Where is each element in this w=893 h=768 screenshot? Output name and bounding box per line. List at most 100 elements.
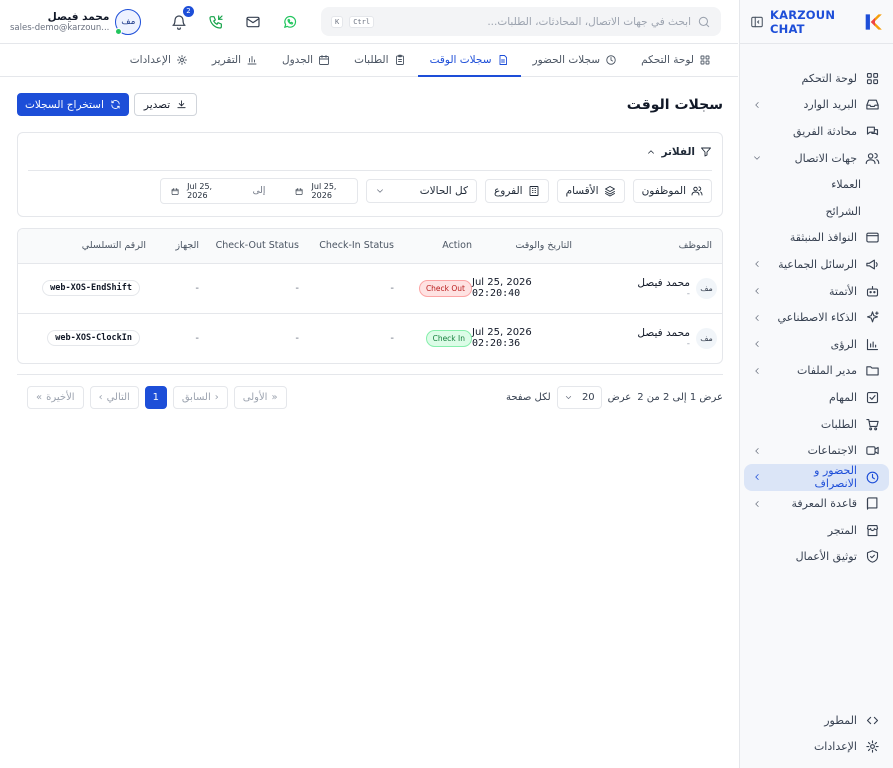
date-range-picker[interactable]: Jul 25, 2026 إلى Jul 25, 2026	[160, 178, 359, 204]
first-page-button[interactable]: « الأولى	[233, 386, 287, 409]
tab[interactable]: لوحة التحكم	[629, 44, 723, 77]
column-header-device[interactable]: الجهاز	[146, 229, 199, 264]
tab[interactable]: الإعدادات	[118, 44, 200, 77]
column-header-employee[interactable]: الموظف	[572, 229, 722, 264]
tab[interactable]: سجلات الوقت	[417, 44, 521, 77]
first-page-label: الأولى	[242, 392, 268, 403]
folder-icon	[866, 366, 879, 376]
user-name: محمد فيصل	[47, 10, 110, 23]
whatsapp-icon[interactable]	[282, 14, 298, 30]
tab[interactable]: سجلات الحضور	[521, 44, 630, 77]
sidebar-nav: لوحة التحكم البريد الوارد محادثة الفريق جها…	[740, 44, 893, 570]
megaphone-icon	[866, 259, 878, 270]
branches-filter-label: الفروع	[494, 185, 523, 197]
kbd-k: K	[331, 15, 344, 28]
sidebar-item-label: الاجتماعات	[807, 444, 857, 458]
column-header-checkin-status[interactable]: Check-In Status	[299, 229, 394, 264]
sidebar-item-label: الرسائل الجماعية	[778, 257, 857, 271]
column-header-serial[interactable]: الرقم التسلسلي	[18, 229, 146, 264]
sidebar-item[interactable]: الاجتماعات	[744, 437, 889, 464]
sidebar-bottom-item[interactable]: الإعدادات	[744, 733, 889, 760]
sidebar-item[interactable]: قاعدة المعرفة	[744, 491, 889, 518]
page-size-select[interactable]: 20	[556, 386, 602, 409]
table-row[interactable]: مف محمد فيصل - Jul 25, 2026 02:20:40 Che…	[18, 263, 722, 314]
date-from[interactable]: Jul 25, 2026	[187, 182, 222, 200]
grid-icon	[700, 55, 710, 64]
column-header-action[interactable]: Action	[394, 229, 472, 264]
chevron-left-icon: ›	[98, 392, 103, 403]
sidebar-item[interactable]: المتجر	[744, 517, 889, 544]
page-size-value: 20	[581, 392, 595, 403]
column-header-checkout-status[interactable]: Check-Out Status	[199, 229, 299, 264]
column-header-datetime[interactable]: التاريخ والوقت	[472, 229, 572, 264]
sidebar-item[interactable]: محادثة الفريق	[744, 118, 889, 145]
building-icon	[529, 186, 539, 196]
per-page-label: لكل صفحة	[505, 392, 551, 403]
sidebar-bottom-item[interactable]: المطور	[744, 707, 889, 734]
tab[interactable]: الجدول	[270, 44, 342, 77]
chevron-down-icon	[754, 156, 760, 160]
search-input[interactable]: ابحث في جهات الاتصال، المحادثات، الطلبات…	[380, 16, 691, 28]
chevron-right-icon: ‹	[214, 392, 219, 403]
tab[interactable]: التقرير	[200, 44, 270, 77]
sidebar-item[interactable]: الرؤى	[744, 331, 889, 358]
sidebar-item[interactable]: العملاء	[744, 171, 889, 198]
cell-action: Check In	[394, 313, 472, 363]
sidebar-collapse-icon[interactable]	[750, 15, 764, 29]
karzoun-logo-icon	[866, 13, 883, 30]
export-button[interactable]: تصدير	[133, 93, 198, 116]
sidebar-item[interactable]: لوحة التحكم	[744, 65, 889, 92]
brand-name: KARZOUN CHAT	[770, 7, 836, 36]
tab[interactable]: الطلبات	[342, 44, 417, 77]
main-content: سجلات الوقت تصدير استخراج السجلات الفلات…	[17, 77, 723, 409]
page-size-show-label: عرض	[607, 392, 632, 403]
prev-page-button[interactable]: ‹ السابق	[172, 386, 228, 409]
chevron-down-icon	[565, 396, 571, 399]
filters-header[interactable]: الفلاتر	[28, 133, 712, 171]
notifications-bell-icon[interactable]: 2	[171, 5, 194, 30]
departments-filter[interactable]: الأقسام	[556, 179, 625, 203]
sidebar-item[interactable]: الذكاء الاصطناعي	[744, 304, 889, 331]
chevron-left-icon	[755, 261, 759, 268]
clock-icon	[866, 471, 879, 484]
chevron-down-icon	[377, 189, 383, 193]
search-bar[interactable]: ابحث في جهات الاتصال، المحادثات، الطلبات…	[321, 7, 721, 36]
tab-label: الجدول	[281, 53, 314, 66]
chevron-left-icon	[755, 341, 759, 348]
fetch-records-label: استخراج السجلات	[25, 98, 104, 111]
sidebar-item[interactable]: الشرائح	[744, 198, 889, 225]
sidebar-item-label: المهام	[829, 390, 857, 404]
cell-employee: مف محمد فيصل -	[572, 263, 722, 314]
cell-device: -	[146, 313, 199, 363]
sidebar-item[interactable]: المهام	[744, 384, 889, 411]
phone-incoming-icon[interactable]	[208, 14, 224, 30]
fetch-records-button[interactable]: استخراج السجلات	[17, 93, 129, 116]
last-page-button[interactable]: الأخيرة »	[27, 386, 84, 409]
sidebar-item[interactable]: الحضور و الانصراف	[744, 463, 889, 491]
employee-sub: -	[686, 339, 690, 350]
sidebar-item[interactable]: الرسائل الجماعية	[744, 251, 889, 278]
current-page-button[interactable]: 1	[144, 386, 167, 409]
sparkle-icon	[866, 311, 879, 323]
sidebar-item[interactable]: البريد الوارد	[744, 92, 889, 119]
sidebar-item[interactable]: النوافذ المنبثقة	[744, 225, 889, 252]
chevron-left-icon	[755, 447, 759, 454]
inbox-icon	[866, 99, 879, 110]
date-to[interactable]: Jul 25, 2026	[312, 182, 347, 200]
sidebar-item[interactable]: توثيق الأعمال	[744, 544, 889, 571]
branches-filter[interactable]: الفروع	[485, 179, 549, 203]
serial-number: web-XOS-ClockIn	[47, 330, 140, 347]
sidebar-item[interactable]: مدير الملفات	[744, 358, 889, 385]
employees-filter[interactable]: الموظفون	[632, 179, 712, 203]
mail-icon[interactable]	[245, 14, 261, 30]
video-icon	[866, 446, 879, 455]
table-row[interactable]: مف محمد فيصل - Jul 25, 2026 02:20:36 Che…	[18, 313, 722, 363]
sidebar-item[interactable]: جهات الاتصال	[744, 145, 889, 172]
sidebar-item[interactable]: الطلبات	[744, 411, 889, 438]
user-menu[interactable]: مف محمد فيصل sales-demo@karzoun...	[10, 8, 142, 35]
sidebar-item[interactable]: الأتمتة	[744, 278, 889, 305]
next-page-button[interactable]: التالي ›	[89, 386, 139, 409]
status-select[interactable]: كل الحالات	[366, 179, 478, 203]
cell-checkin-status: -	[299, 263, 394, 314]
sidebar-item-label: الشرائح	[825, 204, 861, 218]
